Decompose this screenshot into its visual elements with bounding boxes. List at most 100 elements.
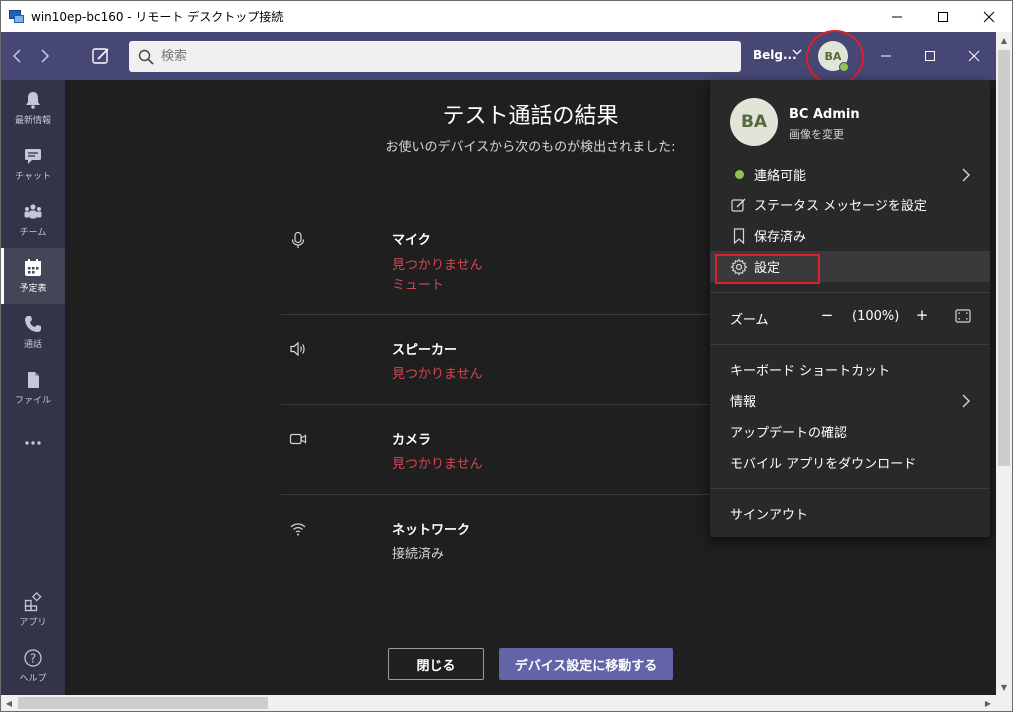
rail-item-activity[interactable]: 最新情報	[1, 80, 65, 136]
rail-label: チーム	[19, 228, 47, 238]
forward-button[interactable]	[35, 44, 55, 68]
zoom-control: ズーム − (100%) +	[710, 305, 990, 331]
rail-item-calendar[interactable]: 予定表	[1, 248, 65, 304]
presence-available-icon	[730, 166, 748, 184]
menu-divider	[710, 292, 990, 293]
search-icon	[138, 49, 154, 65]
organization-switcher[interactable]: Belg...	[753, 48, 797, 62]
app-rail: 最新情報 チャット チーム 予定表 通話 ファイル アプリ ? ヘルプ	[1, 80, 65, 695]
zoom-value: (100%)	[852, 309, 900, 324]
menu-item-label: アップデートの確認	[730, 426, 848, 441]
scroll-thumb[interactable]	[998, 50, 1010, 466]
rail-label: 最新情報	[14, 116, 51, 126]
rail-item-help[interactable]: ? ヘルプ	[1, 638, 65, 694]
rail-label: ヘルプ	[19, 674, 47, 684]
scroll-thumb[interactable]	[18, 697, 268, 709]
profile-menu: BA BC Admin 画像を変更 連絡可能 ステータス メッセージを設定 保存…	[710, 80, 990, 537]
menu-item-download-mobile[interactable]: モバイル アプリをダウンロード	[710, 447, 990, 478]
rail-item-chat[interactable]: チャット	[1, 136, 65, 192]
highlight-circle	[806, 30, 864, 85]
horizontal-scrollbar[interactable]: ◀ ▶	[1, 695, 996, 711]
chevron-down-icon	[792, 47, 802, 60]
menu-item-label: 保存済み	[754, 230, 807, 245]
menu-item-sign-out[interactable]: サインアウト	[710, 498, 990, 529]
menu-item-check-updates[interactable]: アップデートの確認	[710, 416, 990, 447]
edit-message-icon	[731, 198, 746, 212]
user-name: BC Admin	[789, 107, 860, 122]
zoom-in-button[interactable]: +	[914, 306, 930, 326]
close-icon	[968, 50, 980, 62]
menu-divider	[710, 488, 990, 489]
minimize-icon	[892, 16, 902, 17]
device-name: マイク	[392, 233, 431, 248]
rail-label: 通話	[23, 340, 42, 350]
phone-icon	[25, 316, 41, 332]
menu-item-label: 情報	[730, 395, 757, 410]
menu-item-keyboard-shortcuts[interactable]: キーボード ショートカット	[710, 354, 990, 385]
bookmark-icon	[733, 227, 745, 244]
speaker-icon	[290, 341, 305, 357]
file-icon	[28, 372, 39, 388]
menu-item-status-message[interactable]: ステータス メッセージを設定	[710, 189, 990, 220]
menu-item-saved[interactable]: 保存済み	[710, 220, 990, 251]
go-to-device-settings-button[interactable]: デバイス設定に移動する	[499, 648, 673, 680]
menu-item-label: サインアウト	[730, 508, 809, 523]
menu-item-about[interactable]: 情報	[710, 385, 990, 416]
device-status: 接続済み	[392, 547, 445, 562]
menu-item-status[interactable]: 連絡可能	[710, 159, 990, 190]
help-icon: ?	[24, 649, 42, 667]
maximize-icon	[925, 51, 935, 61]
scroll-right-icon[interactable]: ▶	[980, 695, 996, 711]
close-icon	[983, 11, 995, 22]
profile-avatar[interactable]: BA	[730, 98, 778, 146]
rdp-window: win10ep-bc160 - リモート デスクトップ接続 Be	[0, 0, 1013, 712]
rail-item-calls[interactable]: 通話	[1, 304, 65, 360]
menu-item-label: 連絡可能	[754, 169, 807, 184]
teams-minimize-button[interactable]	[874, 44, 898, 68]
highlight-box	[715, 254, 820, 284]
device-name: スピーカー	[392, 343, 458, 358]
teams-maximize-button[interactable]	[918, 44, 942, 68]
apps-icon	[24, 592, 42, 612]
vertical-scrollbar[interactable]: ▲ ▼	[996, 32, 1012, 695]
rdp-close-button[interactable]	[966, 1, 1012, 32]
rail-label: アプリ	[19, 618, 47, 628]
close-button[interactable]: 閉じる	[388, 648, 484, 680]
change-picture-link[interactable]: 画像を変更	[789, 126, 844, 142]
scroll-left-icon[interactable]: ◀	[1, 695, 17, 711]
chevron-right-icon	[962, 168, 970, 181]
zoom-out-button[interactable]: −	[819, 306, 835, 326]
svg-text:?: ?	[30, 652, 36, 666]
maximize-icon	[938, 11, 948, 22]
zoom-label: ズーム	[730, 313, 769, 328]
compose-icon	[92, 48, 109, 64]
search-box[interactable]	[129, 41, 741, 72]
teams-icon	[24, 204, 42, 219]
more-apps-button[interactable]	[1, 416, 65, 472]
menu-item-label: キーボード ショートカット	[730, 364, 891, 379]
back-button[interactable]	[7, 44, 27, 68]
remote-desktop-icon	[9, 9, 25, 25]
teams-close-button[interactable]	[962, 44, 986, 68]
chat-icon	[25, 149, 41, 164]
search-input[interactable]	[161, 49, 661, 64]
scrollbar-corner	[996, 695, 1012, 711]
rdp-window-title: win10ep-bc160 - リモート デスクトップ接続	[31, 10, 284, 24]
scroll-down-icon[interactable]: ▼	[996, 679, 1012, 695]
rail-item-files[interactable]: ファイル	[1, 360, 65, 416]
rdp-minimize-button[interactable]	[874, 1, 920, 32]
scroll-up-icon[interactable]: ▲	[996, 32, 1012, 48]
rdp-maximize-button[interactable]	[920, 1, 966, 32]
rdp-titlebar: win10ep-bc160 - リモート デスクトップ接続	[1, 1, 1012, 32]
device-status: 見つかりません	[392, 457, 483, 472]
rail-item-apps[interactable]: アプリ	[1, 582, 65, 638]
microphone-icon	[291, 231, 305, 248]
camera-icon	[289, 433, 307, 445]
fullscreen-icon[interactable]	[955, 309, 971, 323]
new-chat-button[interactable]	[89, 44, 113, 68]
more-icon	[25, 440, 41, 445]
wifi-icon	[290, 523, 306, 536]
device-status: 見つかりません	[392, 367, 483, 382]
rail-label: 予定表	[19, 284, 47, 294]
rail-item-teams[interactable]: チーム	[1, 192, 65, 248]
